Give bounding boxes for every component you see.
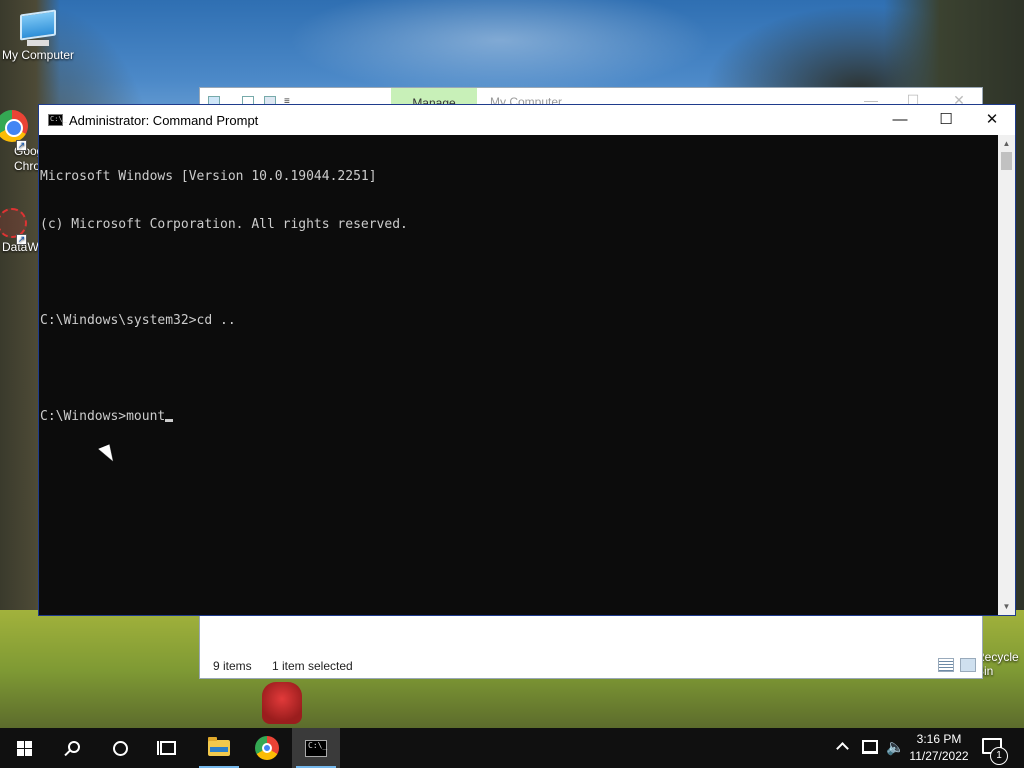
status-item-count: 9 items <box>213 659 252 673</box>
shortcut-arrow-icon: ↗ <box>16 234 27 245</box>
large-icons-view-icon[interactable] <box>960 658 976 672</box>
console-prompt-line[interactable]: C:\Windows>mount <box>40 409 1000 425</box>
text-cursor <box>165 419 174 422</box>
taskbar: C:\_ 🔈 3:16 PM 11/27/2022 1 <box>0 728 1024 768</box>
network-icon[interactable] <box>862 740 878 754</box>
console-line: C:\Windows\system32>cd .. <box>40 313 236 328</box>
status-selection: 1 item selected <box>272 659 353 673</box>
console-line: (c) Microsoft Corporation. All rights re… <box>40 217 408 232</box>
cortana-icon <box>112 740 128 756</box>
start-button[interactable] <box>0 728 48 768</box>
computer-icon <box>0 9 76 46</box>
cortana-button[interactable] <box>96 728 144 768</box>
shortcut-arrow-icon: ↗ <box>16 140 27 151</box>
desktop-icon-label: My Computer <box>1 48 75 62</box>
taskbar-command-prompt[interactable]: C:\_ <box>292 728 340 768</box>
search-icon <box>67 740 80 753</box>
taskbar-clock[interactable]: 3:16 PM 11/27/2022 <box>906 731 972 765</box>
wallpaper-backpack <box>262 682 302 724</box>
notification-count-badge: 1 <box>990 747 1008 765</box>
cmd-icon: C:\_ <box>305 739 327 757</box>
task-view-button[interactable] <box>144 728 192 768</box>
explorer-statusbar: 9 items 1 item selected <box>200 654 982 678</box>
folder-icon <box>208 737 230 756</box>
windows-logo-icon <box>16 740 32 756</box>
search-button[interactable] <box>48 728 96 768</box>
scroll-thumb[interactable] <box>1001 152 1012 170</box>
desktop-icon-recycle-bin[interactable]: Recycle Bin <box>976 650 1024 678</box>
taskbar-file-explorer[interactable] <box>195 728 243 768</box>
show-hidden-icons-chevron-icon[interactable] <box>836 742 849 755</box>
console-line: Microsoft Windows [Version 10.0.19044.22… <box>40 169 377 184</box>
task-view-icon <box>157 741 176 755</box>
cmd-app-icon: C:\_ <box>48 114 67 126</box>
scroll-down-arrow-icon[interactable]: ▼ <box>998 598 1015 615</box>
chrome-icon <box>255 736 279 760</box>
cmd-window-title: Administrator: Command Prompt <box>69 113 259 128</box>
cmd-console[interactable]: Microsoft Windows [Version 10.0.19044.22… <box>39 135 1000 615</box>
taskbar-chrome[interactable] <box>243 728 291 768</box>
scroll-up-arrow-icon[interactable]: ▲ <box>998 135 1015 152</box>
clock-date: 11/27/2022 <box>909 749 969 763</box>
desktop-icon-my-computer[interactable]: My Computer <box>0 8 76 62</box>
command-prompt-window[interactable]: C:\_ Administrator: Command Prompt — ☐ ✕… <box>38 104 1016 616</box>
details-view-icon[interactable] <box>938 658 954 672</box>
cmd-minimize-button[interactable]: — <box>877 105 923 135</box>
cmd-maximize-button[interactable]: ☐ <box>923 105 969 135</box>
cmd-close-button[interactable]: ✕ <box>969 105 1015 135</box>
volume-icon[interactable]: 🔈 <box>886 738 905 756</box>
console-current-input: C:\Windows>mount <box>40 409 166 424</box>
cmd-titlebar[interactable]: C:\_ Administrator: Command Prompt — ☐ ✕ <box>39 105 1015 135</box>
cmd-scrollbar[interactable]: ▲ ▼ <box>998 135 1015 615</box>
clock-time: 3:16 PM <box>916 732 962 746</box>
